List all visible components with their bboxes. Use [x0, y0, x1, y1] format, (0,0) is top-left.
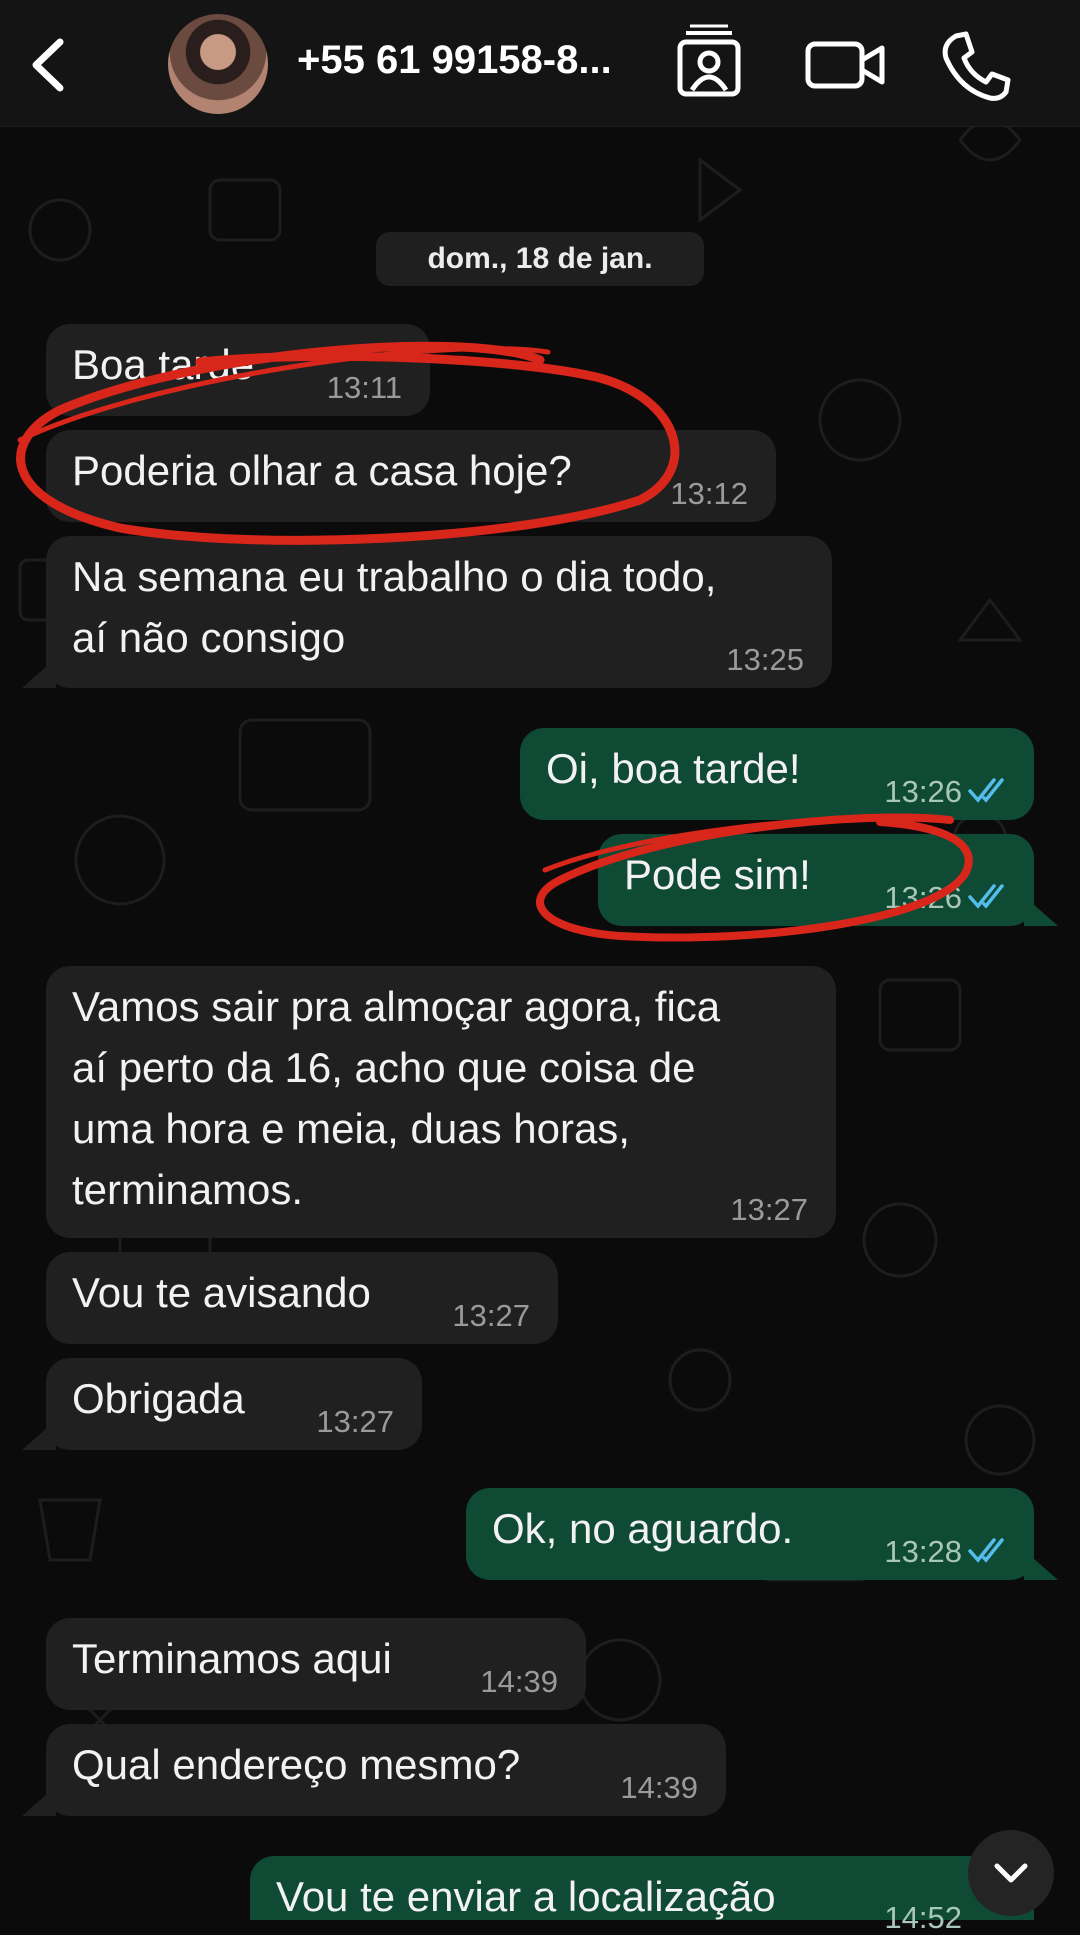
message-time: 13:26 — [884, 774, 962, 809]
message-outgoing[interactable]: Pode sim! 13:26 — [598, 834, 1034, 926]
contact-name[interactable]: +55 61 99158-8... — [297, 38, 637, 90]
message-incoming[interactable]: Qual endereço mesmo? 14:39 — [46, 1724, 726, 1816]
phone-icon[interactable] — [930, 22, 1020, 106]
contact-card-icon[interactable] — [664, 22, 754, 106]
read-receipt-icon — [968, 1538, 1004, 1563]
message-incoming[interactable]: Terminamos aqui 14:39 — [46, 1618, 586, 1710]
date-separator: dom., 18 de jan. — [376, 232, 704, 286]
chevron-left-icon[interactable] — [18, 30, 78, 100]
message-time: 14:52 — [884, 1900, 962, 1935]
scroll-to-bottom-button[interactable] — [968, 1830, 1054, 1916]
message-time: 13:11 — [326, 370, 402, 405]
message-incoming[interactable]: Vamos sair pra almoçar agora, fica aí pe… — [46, 966, 836, 1238]
message-text: Na semana eu trabalho o dia todo, aí não… — [72, 553, 717, 661]
message-time: 13:27 — [730, 1192, 808, 1227]
message-incoming[interactable]: Na semana eu trabalho o dia todo, aí não… — [46, 536, 832, 688]
message-outgoing[interactable]: Vou te enviar a localização 14:52 — [250, 1856, 1034, 1934]
chevron-down-icon — [994, 1863, 1028, 1883]
message-incoming[interactable]: Vou te avisando 13:27 — [46, 1252, 558, 1344]
message-time: 13:27 — [452, 1298, 530, 1333]
message-time: 13:12 — [670, 476, 748, 511]
message-incoming[interactable]: Poderia olhar a casa hoje? 13:12 — [46, 430, 776, 522]
read-receipt-icon — [968, 778, 1004, 803]
message-incoming[interactable]: Obrigada 13:27 — [46, 1358, 422, 1450]
message-time: 14:39 — [480, 1664, 558, 1699]
avatar[interactable] — [168, 14, 268, 114]
message-text: Qual endereço mesmo? — [72, 1741, 521, 1788]
message-time: 13:28 — [884, 1534, 962, 1569]
message-text: Vamos sair pra almoçar agora, fica aí pe… — [72, 983, 721, 1213]
message-outgoing[interactable]: Oi, boa tarde! 13:26 — [520, 728, 1034, 820]
message-time: 13:26 — [884, 880, 962, 915]
read-receipt-icon — [968, 884, 1004, 909]
chat-header: +55 61 99158-8... — [0, 0, 1080, 127]
message-time: 14:39 — [620, 1770, 698, 1805]
message-text: Poderia olhar a casa hoje? — [72, 447, 572, 494]
message-outgoing[interactable]: Ok, no aguardo. 13:28 — [466, 1488, 1034, 1580]
video-call-icon[interactable] — [800, 22, 890, 106]
message-time: 13:27 — [316, 1404, 394, 1439]
message-incoming[interactable]: Boa tarde 13:11 — [46, 324, 430, 416]
message-time: 13:25 — [726, 642, 804, 677]
